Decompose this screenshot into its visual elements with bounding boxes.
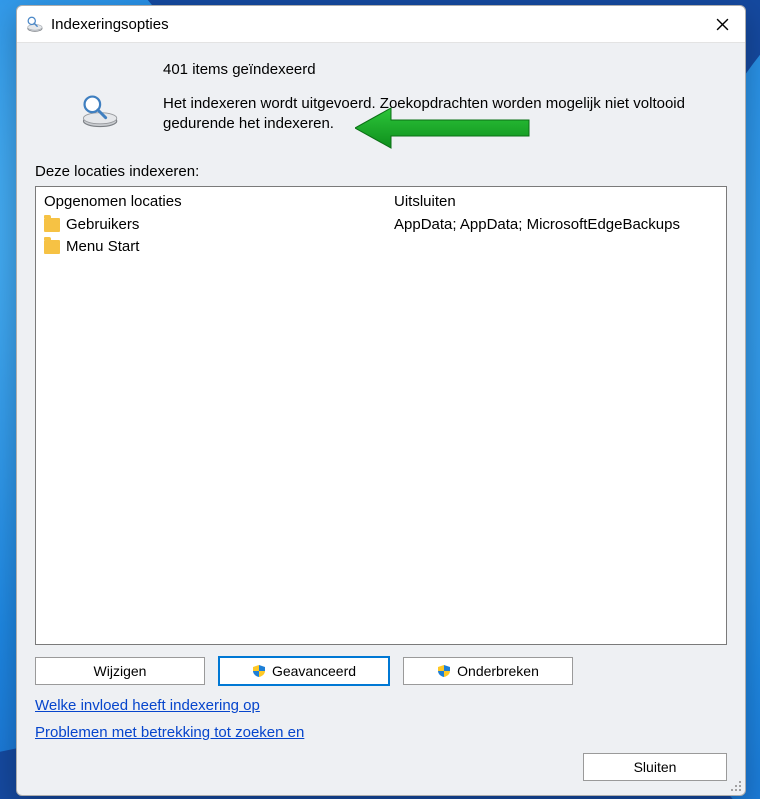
index-status-text: Het indexeren wordt uitgevoerd. Zoekopdr…: [163, 94, 727, 135]
excluded-value: AppData; AppData; MicrosoftEdgeBackups: [394, 216, 680, 233]
button-label: Onderbreken: [457, 663, 539, 679]
close-dialog-button[interactable]: Sluiten: [583, 753, 727, 781]
location-name: Gebruikers: [66, 216, 139, 233]
indexed-count: 401 items geïndexeerd: [163, 61, 727, 78]
included-locations-list[interactable]: Gebruikers Menu Start: [36, 214, 386, 645]
pause-button[interactable]: Onderbreken: [403, 657, 573, 685]
link-indexing-impact[interactable]: Welke invloed heeft indexering op: [35, 697, 260, 714]
modify-button[interactable]: Wijzigen: [35, 657, 205, 685]
button-label: Sluiten: [634, 759, 677, 775]
advanced-button[interactable]: Geavanceerd: [219, 657, 389, 685]
link-search-troubleshooting[interactable]: Problemen met betrekking tot zoeken en: [35, 724, 304, 741]
uac-shield-icon: [437, 664, 451, 678]
action-button-row: Wijzigen Geavanceerd: [35, 657, 727, 685]
index-status-icon: [79, 94, 119, 135]
button-label: Wijzigen: [94, 663, 147, 679]
close-window-button[interactable]: [699, 6, 745, 42]
excluded-locations-list: AppData; AppData; MicrosoftEdgeBackups: [386, 214, 726, 645]
indexing-options-dialog: Indexeringsopties 401 items geïndexeerd: [16, 5, 746, 796]
close-icon: [716, 18, 729, 31]
list-item: [394, 236, 718, 258]
help-links: Welke invloed heeft indexering op Proble…: [35, 697, 727, 741]
window-title: Indexeringsopties: [51, 16, 169, 33]
locations-section-label: Deze locaties indexeren:: [35, 163, 727, 180]
list-item[interactable]: Menu Start: [44, 236, 378, 258]
uac-shield-icon: [252, 664, 266, 678]
list-item: AppData; AppData; MicrosoftEdgeBackups: [394, 214, 718, 236]
dialog-content: 401 items geïndexeerd Het indexeren word…: [17, 43, 745, 795]
location-name: Menu Start: [66, 238, 139, 255]
button-label: Geavanceerd: [272, 663, 356, 679]
index-info-section: 401 items geïndexeerd Het indexeren word…: [35, 61, 727, 135]
titlebar: Indexeringsopties: [17, 6, 745, 43]
resize-grip[interactable]: [730, 780, 742, 792]
column-header-excluded[interactable]: Uitsluiten: [386, 187, 726, 214]
list-item[interactable]: Gebruikers: [44, 214, 378, 236]
locations-panel: Opgenomen locaties Uitsluiten Gebruikers…: [35, 186, 727, 646]
folder-icon: [44, 240, 60, 254]
dialog-bottom-row: Sluiten: [35, 753, 727, 781]
column-header-included[interactable]: Opgenomen locaties: [36, 187, 386, 214]
desktop-background: Indexeringsopties 401 items geïndexeerd: [0, 0, 760, 799]
search-index-icon: [25, 15, 43, 33]
folder-icon: [44, 218, 60, 232]
